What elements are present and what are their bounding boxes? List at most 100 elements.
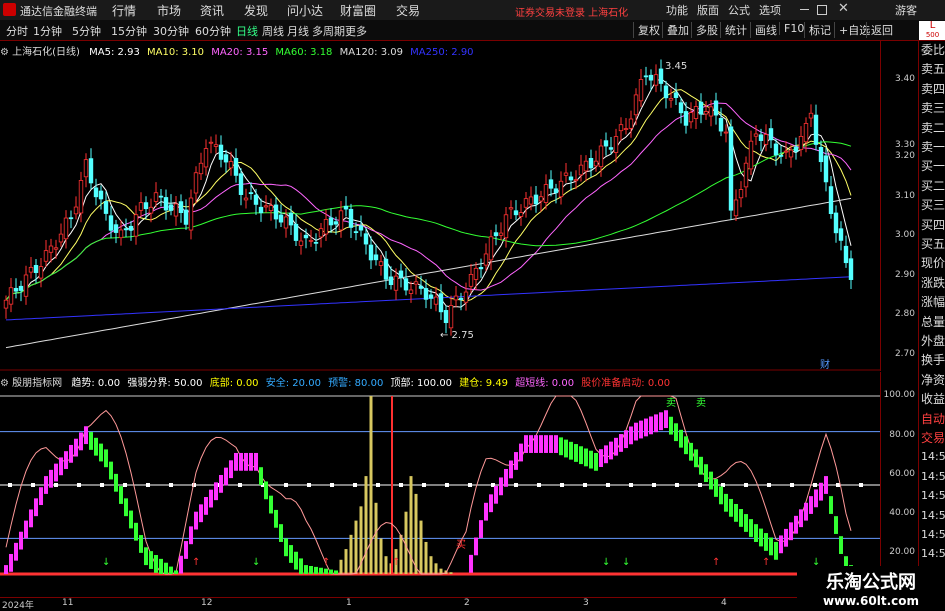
tf-weekly[interactable]: 周线 bbox=[262, 23, 284, 39]
badge-letter: L bbox=[929, 20, 936, 31]
tf-monthly[interactable]: 月线 bbox=[287, 23, 309, 39]
candle bbox=[608, 147, 614, 150]
buy-signal: 买 bbox=[456, 539, 466, 551]
multi-stock-button[interactable]: 多股 bbox=[691, 22, 718, 38]
candle bbox=[78, 180, 84, 214]
overlay-button[interactable]: 叠加 bbox=[662, 22, 689, 38]
f10-button[interactable]: F10 bbox=[779, 22, 804, 35]
trend-bar bbox=[134, 522, 138, 541]
candle bbox=[658, 68, 664, 84]
candle bbox=[593, 160, 599, 167]
fq-button[interactable]: 复权 bbox=[633, 22, 660, 38]
menu-layout[interactable]: 版面 bbox=[697, 2, 719, 18]
time-tick: 2 bbox=[464, 598, 470, 608]
price-tick: 3.00 bbox=[894, 230, 915, 240]
stats-button[interactable]: 统计 bbox=[720, 22, 747, 38]
menu-discover[interactable]: 发现 bbox=[244, 2, 268, 19]
trend-bar bbox=[14, 542, 18, 561]
candle bbox=[378, 261, 384, 266]
trend-bar bbox=[64, 451, 68, 469]
menu-ask[interactable]: 问小达 bbox=[287, 2, 323, 19]
mark-button[interactable]: 标记 bbox=[804, 22, 831, 38]
time-tick: 12 bbox=[201, 598, 213, 608]
mid-dot bbox=[353, 483, 357, 487]
trend-bar bbox=[234, 452, 238, 471]
candle bbox=[308, 239, 314, 242]
tf-30min[interactable]: 30分钟 bbox=[153, 23, 189, 39]
menu-options[interactable]: 选项 bbox=[759, 2, 781, 18]
trend-bar bbox=[634, 422, 638, 441]
candle bbox=[243, 197, 249, 201]
candle bbox=[638, 79, 644, 102]
menu-function[interactable]: 功能 bbox=[666, 2, 688, 18]
trend-bar bbox=[729, 498, 733, 517]
settings-icon[interactable]: ⚙ bbox=[0, 47, 9, 58]
menu-market[interactable]: 市场 bbox=[157, 2, 181, 19]
indicator-chart[interactable]: 卖卖买↓ ↓ ↓ ↓ ↓↑ ↑ ↑ ↑ ↑ bbox=[0, 372, 880, 597]
trend-bar bbox=[814, 489, 818, 508]
level-badge[interactable]: L 500 bbox=[919, 21, 945, 40]
back-button[interactable]: 返回 bbox=[866, 22, 893, 38]
settings-icon[interactable]: ⚙ bbox=[0, 378, 9, 389]
tf-daily[interactable]: 日线 bbox=[236, 23, 258, 39]
trend-bar bbox=[34, 498, 38, 517]
quote-label: 卖四 bbox=[921, 81, 945, 96]
trend-bar bbox=[599, 449, 603, 467]
trend-bar bbox=[699, 456, 703, 475]
trend-bar bbox=[194, 511, 198, 530]
menu-wealth[interactable]: 财富圈 bbox=[340, 2, 376, 19]
candle bbox=[298, 240, 304, 246]
trend-bar bbox=[149, 551, 153, 569]
trend-bar bbox=[114, 473, 118, 492]
minimize-icon[interactable] bbox=[800, 9, 809, 10]
trend-bar bbox=[534, 435, 538, 453]
tf-5min[interactable]: 5分钟 bbox=[72, 23, 101, 39]
tf-intraday[interactable]: 分时 bbox=[6, 23, 28, 39]
mid-dot bbox=[698, 483, 702, 487]
tf-15min[interactable]: 15分钟 bbox=[111, 23, 147, 39]
trend-bar bbox=[269, 495, 273, 514]
build-bar bbox=[424, 541, 428, 574]
candle bbox=[288, 212, 294, 226]
trend-bar bbox=[789, 522, 793, 541]
trend-bar bbox=[609, 441, 613, 460]
maximize-icon[interactable] bbox=[817, 5, 827, 15]
menu-formula[interactable]: 公式 bbox=[728, 2, 750, 18]
draw-button[interactable]: 画线 bbox=[750, 22, 777, 38]
time-axis: 2024年 11 12 1 2 3 4 bbox=[0, 597, 918, 611]
candle bbox=[263, 205, 269, 208]
candle bbox=[788, 149, 794, 158]
close-icon[interactable]: ✕ bbox=[838, 1, 849, 16]
trend-bar bbox=[334, 570, 338, 574]
candlestick-chart[interactable]: 3.45 ← 2.75 财 bbox=[0, 41, 880, 371]
candle bbox=[798, 135, 804, 150]
trend-bar bbox=[774, 541, 778, 560]
candle bbox=[713, 100, 719, 116]
candle bbox=[418, 285, 424, 289]
trend-bar bbox=[9, 553, 13, 572]
add-watch-button[interactable]: +自选 bbox=[834, 22, 870, 38]
indicator-legend-item: 超短线: 0.00 bbox=[515, 378, 575, 389]
menu-news[interactable]: 资讯 bbox=[200, 2, 224, 19]
candle bbox=[68, 217, 74, 220]
tf-60min[interactable]: 60分钟 bbox=[195, 23, 231, 39]
candle bbox=[523, 198, 529, 208]
candle bbox=[63, 217, 69, 240]
mid-dot bbox=[422, 483, 426, 487]
menu-trade[interactable]: 交易 bbox=[396, 2, 420, 19]
guest-user[interactable]: 游客 bbox=[895, 2, 917, 18]
candle bbox=[503, 214, 509, 239]
trend-bar bbox=[559, 437, 563, 456]
tf-1min[interactable]: 1分钟 bbox=[33, 23, 62, 39]
candle bbox=[478, 266, 484, 270]
menu-quotes[interactable]: 行情 bbox=[112, 2, 136, 19]
tf-more[interactable]: 更多 bbox=[345, 23, 367, 39]
trend-bar bbox=[704, 464, 708, 483]
candle bbox=[673, 92, 679, 98]
tf-multi[interactable]: 多周期 bbox=[312, 23, 345, 39]
indicator-legend-item: 底部: 0.00 bbox=[209, 378, 259, 389]
candle bbox=[403, 278, 409, 291]
candle bbox=[153, 192, 159, 202]
ma-legend-item: MA250: 2.90 bbox=[410, 47, 474, 58]
trend-bar bbox=[619, 434, 623, 452]
